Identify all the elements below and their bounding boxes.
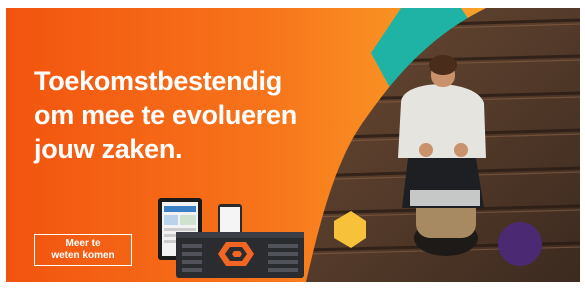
headline-line-2: om mee te evolueren (34, 100, 297, 130)
headline-line-1: Toekomstbestendig (34, 66, 282, 96)
learn-more-button[interactable]: Meer te weten komen (34, 234, 132, 266)
cta-line-1: Meer te (65, 238, 101, 249)
product-image (158, 198, 304, 278)
headline-line-3: jouw zaken. (34, 134, 183, 164)
cta-label: Meer te weten komen (51, 238, 114, 262)
cta-line-2: weten komen (51, 250, 115, 261)
headline: Toekomstbestendig om mee te evolueren jo… (34, 64, 364, 166)
ad-banner[interactable]: Toekomstbestendig om mee te evolueren jo… (6, 8, 580, 282)
purple-circle (498, 222, 542, 266)
